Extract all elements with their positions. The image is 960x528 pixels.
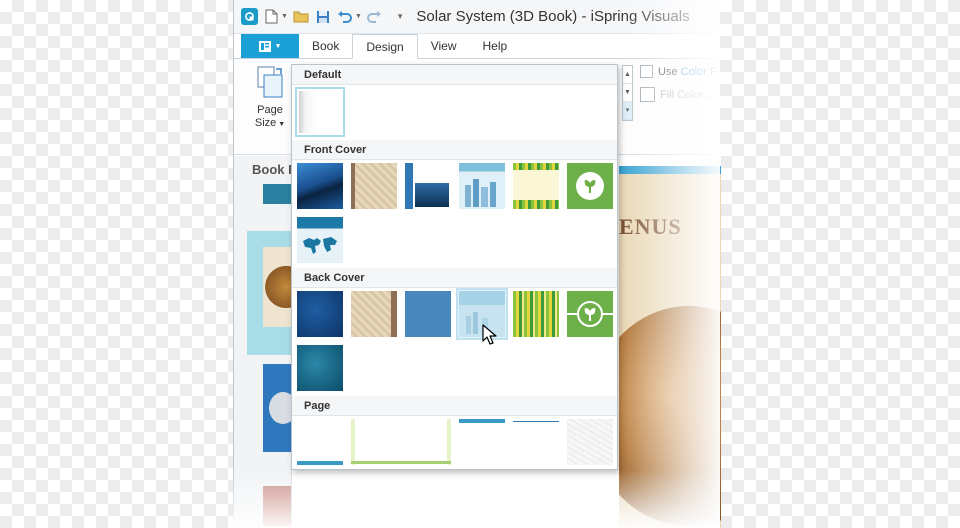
page-size-caret-icon: ▼: [276, 121, 286, 128]
front-cover-tile-leaf[interactable]: [567, 163, 613, 209]
fill-color-swatch[interactable]: [640, 87, 655, 102]
mouse-cursor-icon: [482, 324, 497, 345]
page-thumbnail[interactable]: [263, 486, 291, 526]
ispring-app-icon[interactable]: [241, 8, 258, 25]
default-blank-tile[interactable]: [295, 87, 345, 137]
page-size-button[interactable]: Page Size ▼: [250, 65, 290, 131]
scroll-down-icon[interactable]: ▼: [623, 84, 632, 102]
redo-icon[interactable]: [366, 8, 384, 26]
page-thumbnail[interactable]: [263, 184, 291, 204]
venus-image: [619, 306, 721, 526]
page-tile-gray-texture[interactable]: [567, 419, 613, 465]
leaf-icon: [584, 308, 596, 321]
title-bar: ▼ ▼ ▾ Solar System (3D Book) - iSpring V…: [234, 0, 720, 34]
tab-help[interactable]: Help: [470, 33, 521, 58]
ribbon-tab-bar: ▼ Book Design View Help: [234, 34, 720, 59]
back-cover-tile-leaf[interactable]: [567, 291, 613, 337]
page-size-label: Page: [257, 104, 283, 116]
front-cover-tile-skyline[interactable]: [459, 163, 505, 209]
background-gallery-dropdown: Default Front Cover Back Cover Page: [291, 64, 618, 470]
page-tile-blue-line[interactable]: [513, 419, 559, 465]
use-color-fill-option[interactable]: Use Color Fi: [640, 65, 719, 78]
back-cover-tile-teal[interactable]: [297, 345, 343, 391]
world-map-icon: [303, 237, 337, 254]
section-back-cover-header: Back Cover: [292, 268, 617, 288]
page-top-stripe: [619, 166, 721, 174]
use-color-fill-checkbox[interactable]: [640, 65, 653, 78]
back-cover-tile-navy[interactable]: [297, 291, 343, 337]
undo-dropdown-icon[interactable]: ▼: [355, 13, 362, 20]
new-file-dropdown-icon[interactable]: ▼: [281, 13, 288, 20]
book-pages-panel: Book P: [234, 156, 292, 528]
tab-view[interactable]: View: [418, 33, 470, 58]
page-thumbnail[interactable]: [263, 364, 291, 452]
fill-color-option[interactable]: Fill Color...: [640, 87, 712, 102]
expand-gallery-icon[interactable]: ▾: [623, 102, 632, 120]
scroll-up-icon[interactable]: ▲: [623, 66, 632, 84]
front-cover-tile-city-blue[interactable]: [405, 163, 451, 209]
page-tile-blue-bottom[interactable]: [297, 419, 343, 465]
background-style-scroller[interactable]: ▲ ▼ ▾: [622, 65, 633, 121]
page-size-icon: [257, 66, 283, 98]
page-size-label-2: Size: [254, 117, 277, 129]
page-heading: ENUS: [619, 214, 682, 239]
back-cover-tile-beige-pattern[interactable]: [351, 291, 397, 337]
menu-icon: [258, 40, 271, 52]
file-menu-caret-icon: ▼: [274, 42, 282, 50]
undo-icon[interactable]: [336, 8, 354, 26]
front-cover-tile-blue-dark[interactable]: [297, 163, 343, 209]
front-cover-tile-green-stripes[interactable]: [513, 163, 559, 209]
front-cover-tile-world-map[interactable]: [297, 217, 343, 263]
back-cover-tile-steel-blue[interactable]: [405, 291, 451, 337]
back-cover-tile-green-stripes[interactable]: [513, 291, 559, 337]
book-pages-header: Book P: [252, 162, 291, 177]
leaf-icon: [584, 180, 596, 193]
page-preview-canvas[interactable]: ENUS: [619, 156, 721, 528]
page-tile-blue-top[interactable]: [459, 419, 505, 465]
section-default-header: Default: [292, 65, 617, 85]
customize-toolbar-icon[interactable]: ▾: [398, 11, 403, 22]
tab-book[interactable]: Book: [299, 33, 352, 58]
save-icon[interactable]: [314, 8, 332, 26]
file-menu-button[interactable]: ▼: [241, 34, 299, 58]
use-color-fill-label: Use Color Fi: [658, 65, 720, 78]
front-cover-tile-beige-pattern[interactable]: [351, 163, 397, 209]
tab-design[interactable]: Design: [352, 34, 418, 59]
new-file-icon[interactable]: [262, 8, 280, 26]
section-front-cover-header: Front Cover: [292, 140, 617, 160]
open-folder-icon[interactable]: [292, 8, 310, 26]
section-page-header: Page: [292, 396, 617, 416]
fill-color-label: Fill Color...: [660, 88, 712, 101]
page-thumbnail-selected[interactable]: [247, 231, 291, 355]
window-title: Solar System (3D Book) - iSpring Visuals: [416, 8, 690, 25]
page-tile-green-frame[interactable]: [351, 419, 451, 465]
